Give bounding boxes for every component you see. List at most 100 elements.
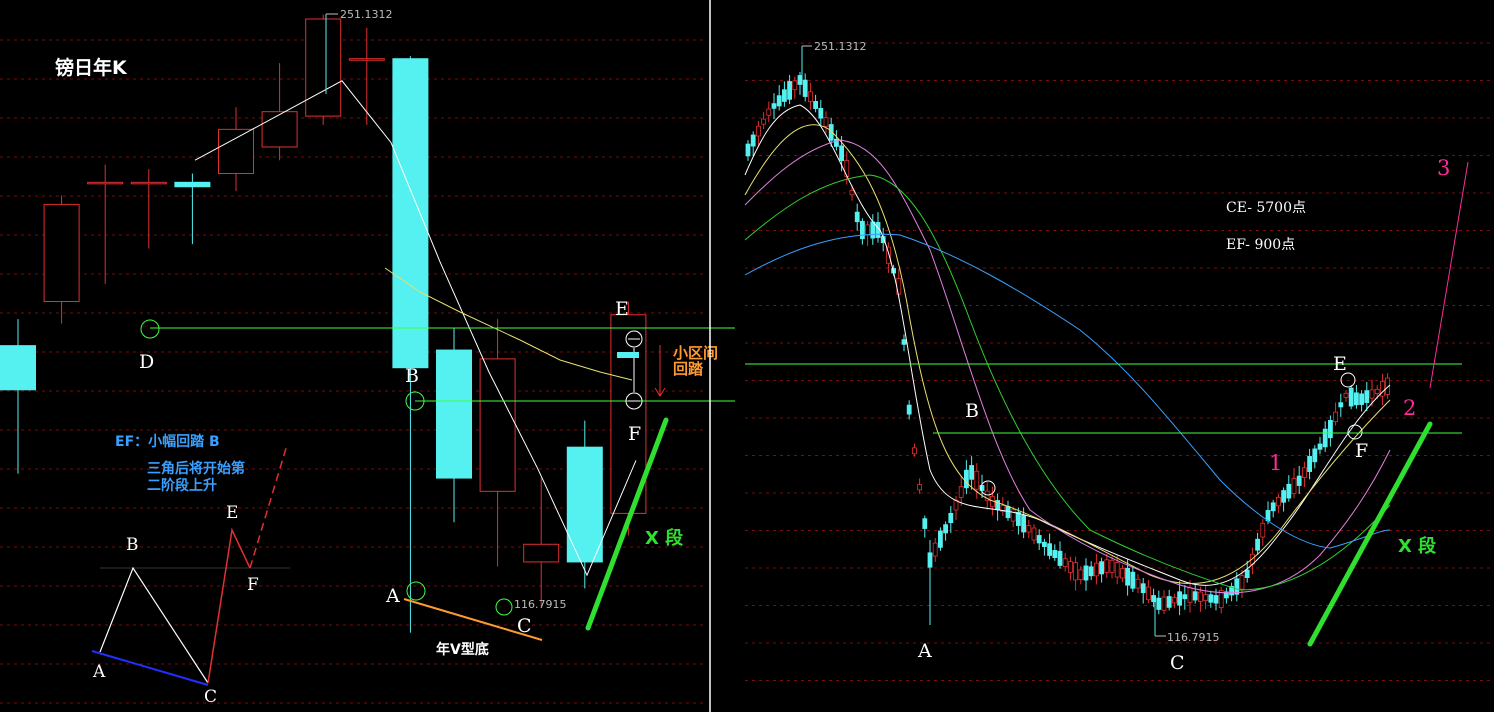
right-candle-up <box>849 190 855 196</box>
right-candle-down <box>745 143 751 157</box>
ef-note-1: EF：小幅回踏 B <box>115 433 220 450</box>
right-candle-down <box>1177 591 1182 606</box>
diagram-c-label: C <box>204 687 217 707</box>
right-candle-up <box>1078 569 1084 581</box>
candle-down <box>0 345 36 391</box>
right-candle-up <box>1369 389 1375 399</box>
right-candle-up <box>1374 388 1380 394</box>
right-candle-down <box>1281 490 1286 503</box>
right-candle-down <box>771 103 777 109</box>
right-candle-up <box>823 117 829 127</box>
point-d-label: D <box>139 351 154 373</box>
right-point-c: C <box>1170 652 1185 674</box>
right-candle-up <box>865 224 870 236</box>
right-candle-down <box>1307 456 1312 472</box>
point-b-label: B <box>405 365 419 387</box>
right-candle-up <box>1198 591 1203 602</box>
diagram-e-label: E <box>226 503 238 523</box>
right-point-b: B <box>965 400 979 422</box>
diagram-cef-path <box>207 527 251 684</box>
diagram-f-label: F <box>247 575 259 595</box>
left-low-label: 116.7915 <box>514 598 567 611</box>
left-yearly-chart: 镑日年K 251.1312 116.7915 D B E F A C 小区间 回… <box>0 8 735 707</box>
wave-1-label: 1 <box>1269 451 1282 475</box>
right-candle-down <box>964 469 969 489</box>
candle-down <box>174 181 211 188</box>
right-candle-down <box>797 75 803 85</box>
right-candle-up <box>1104 559 1110 573</box>
v-bottom-label: 年V型底 <box>436 641 489 658</box>
right-candle-up <box>808 91 813 102</box>
point-e-label: E <box>615 298 629 320</box>
right-candle-down <box>1182 594 1188 600</box>
candle-up <box>218 128 254 174</box>
right-candle-down <box>1348 387 1354 407</box>
right-candle-up <box>1109 559 1115 573</box>
candle-up <box>348 58 385 61</box>
right-point-f: F <box>1355 440 1368 462</box>
right-candle-down <box>870 221 876 239</box>
right-candle-down <box>1338 402 1344 408</box>
right-candle-down <box>938 530 943 548</box>
right-point-a: A <box>917 640 932 662</box>
right-candle-down <box>948 512 954 524</box>
right-candle-up <box>1260 522 1266 538</box>
wave-3-label: 3 <box>1437 156 1450 180</box>
x-segment-label: X 段 <box>645 527 684 549</box>
right-candle-down <box>1099 561 1104 575</box>
right-candle-up <box>1068 561 1073 573</box>
right-candle-down <box>1234 578 1240 595</box>
right-candle-down <box>1354 392 1359 406</box>
right-candle-up <box>1333 411 1338 423</box>
candle-down <box>392 58 429 369</box>
right-candle-up <box>766 108 772 116</box>
right-candle-down <box>1322 428 1328 448</box>
right-candle-up <box>974 470 980 490</box>
ce-note: CE- 5700点 <box>1226 200 1306 216</box>
right-candle-down <box>1244 569 1250 578</box>
right-candle-down <box>1328 420 1333 439</box>
right-candle-down <box>802 79 808 97</box>
right-candle-down <box>1270 502 1276 512</box>
pullback-label-2: 回踏 <box>673 360 704 378</box>
ef-note: EF- 900点 <box>1226 237 1295 253</box>
right-candle-up <box>958 486 964 498</box>
last-candle <box>617 352 639 358</box>
right-candles <box>745 46 1390 636</box>
right-candle-down <box>813 100 818 109</box>
candle-up <box>43 203 80 303</box>
right-candle-up <box>1291 478 1297 494</box>
c-circle <box>495 598 513 616</box>
right-candle-up <box>1187 587 1193 603</box>
right-candle-down <box>943 524 948 534</box>
right-candle-down <box>1364 390 1370 403</box>
right-candle-down <box>969 465 974 480</box>
right-x-segment-label: X 段 <box>1398 535 1437 557</box>
diagram-a-label: A <box>92 662 106 682</box>
right-candle-up <box>1161 596 1167 611</box>
right-candle-up <box>1062 558 1068 568</box>
right-candle-down <box>1042 541 1047 547</box>
right-candle-up <box>792 80 798 90</box>
a-circle <box>406 581 426 601</box>
right-candle-down <box>1036 535 1042 544</box>
right-candle-down <box>1052 550 1058 558</box>
right-candle-down <box>1156 597 1162 610</box>
right-candle-up <box>756 125 761 137</box>
right-high-label: 251.1312 <box>814 40 867 53</box>
right-x-segment-line <box>1307 421 1433 647</box>
right-candle-down <box>1213 595 1219 604</box>
right-candle-up <box>1010 509 1016 522</box>
right-candle-up <box>761 118 766 125</box>
right-candle-down <box>750 134 756 147</box>
right-point-e: E <box>1333 353 1347 375</box>
diagram-projection <box>249 444 288 569</box>
candle-up <box>130 181 167 185</box>
right-candle-up <box>1120 568 1125 579</box>
right-candle-up <box>1172 597 1177 604</box>
left-high-label: 251.1312 <box>340 8 393 21</box>
right-candle-down <box>782 89 787 102</box>
right-candle-up <box>912 447 917 455</box>
right-candle-down <box>1312 448 1318 463</box>
wave-3-projection <box>1429 161 1469 389</box>
